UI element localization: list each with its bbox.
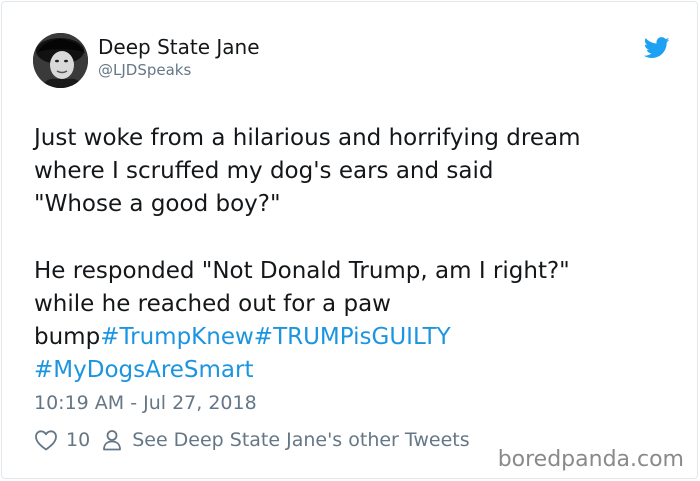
tweet-line-with-hashtags: bump#TrumpKnew#TRUMPisGUILTY [34,321,654,354]
hashtag-link[interactable]: #TRUMPisGUILTY [254,324,451,350]
twitter-bird-icon[interactable] [643,37,670,59]
avatar[interactable] [33,33,88,88]
author-display-name[interactable]: Deep State Jane [98,34,260,60]
tweet-line-text: bump [34,324,101,350]
tweet-line-hashtag: #MyDogsAreSmart [34,354,654,387]
hashtag-link[interactable]: #TrumpKnew [100,324,254,350]
tweet-line: where I scruffed my dog's ears and said [34,158,494,184]
tweet-card: Deep State Jane @LJDSpeaks Just woke fro… [1,1,698,479]
tweet-line: He responded "Not Donald Trump, am I rig… [34,258,570,284]
tweet-actions: 10 See Deep State Jane's other Tweets [34,427,470,453]
person-icon [102,429,122,451]
tweet-line: while he reached out for a paw [34,291,391,317]
author-handle[interactable]: @LJDSpeaks [98,61,191,79]
heart-icon[interactable] [34,429,58,451]
other-tweets-link[interactable]: See Deep State Jane's other Tweets [132,429,469,451]
tweet-timestamp[interactable]: 10:19 AM - Jul 27, 2018 [34,391,257,415]
tweet-text: Just woke from a hilarious and horrifyin… [34,122,654,387]
like-count: 10 [66,429,91,451]
tweet-line: "Whose a good boy?" [34,191,281,217]
watermark: boredpanda.com [497,447,684,472]
hashtag-link[interactable]: #MyDogsAreSmart [34,357,254,383]
tweet-line: Just woke from a hilarious and horrifyin… [34,125,581,151]
